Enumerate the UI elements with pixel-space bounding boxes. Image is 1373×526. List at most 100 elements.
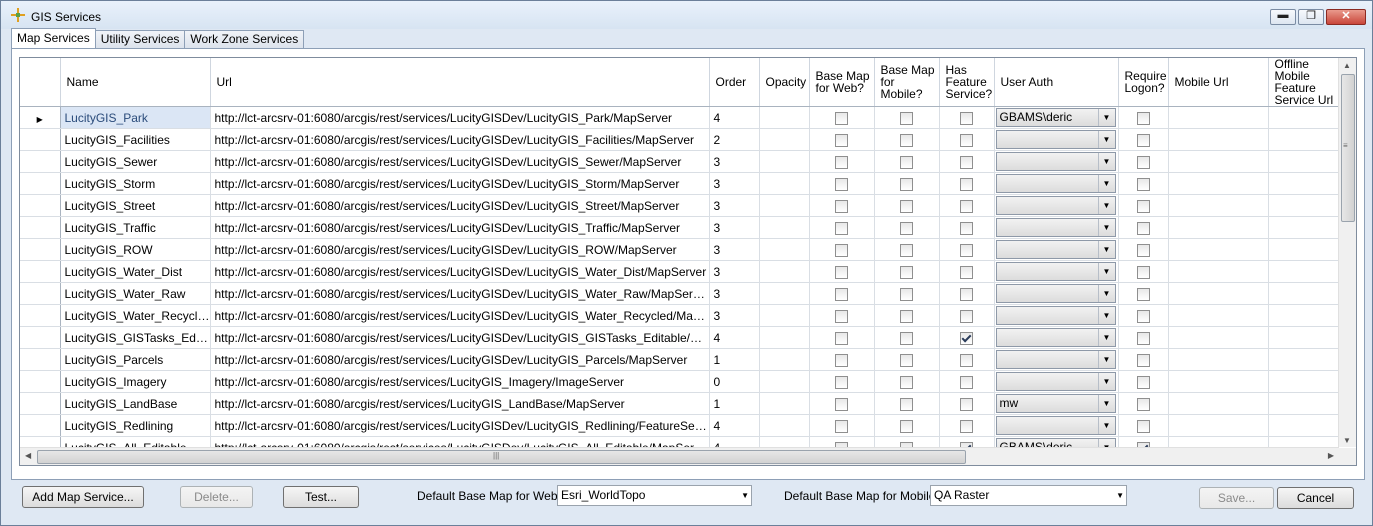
cell-url[interactable]: http://lct-arcsrv-01:6080/arcgis/rest/se…: [210, 348, 710, 371]
cell-offline-url[interactable]: [1268, 414, 1339, 437]
scroll-up-icon[interactable]: ▲: [1343, 61, 1351, 70]
base-web-checkbox[interactable]: [835, 199, 848, 213]
user-auth-combo[interactable]: ▼: [995, 416, 1116, 435]
cell-offline-url[interactable]: [1268, 326, 1339, 349]
table-row[interactable]: LucityGIS_ROW http://lct-arcsrv-01:6080/a…: [20, 238, 1339, 261]
cell-url[interactable]: http://lct-arcsrv-01:6080/arcgis/rest/se…: [210, 172, 710, 195]
cell-offline-url[interactable]: [1268, 216, 1339, 239]
cell-mobile-url[interactable]: [1168, 172, 1269, 195]
cell-name[interactable]: LucityGIS_Water_Raw: [60, 282, 211, 305]
row-header[interactable]: [20, 348, 61, 371]
tab-map-services[interactable]: Map Services: [11, 28, 96, 48]
cell-offline-url[interactable]: [1268, 370, 1339, 393]
table-row[interactable]: LucityGIS_Water_Recycled http://lct-arcsr…: [20, 304, 1339, 327]
row-header[interactable]: [20, 260, 61, 283]
user-auth-combo[interactable]: ▼: [995, 328, 1116, 347]
row-header[interactable]: [20, 194, 61, 217]
user-auth-combo[interactable]: ▼: [995, 196, 1116, 215]
cell-name[interactable]: LucityGIS_ROW: [60, 238, 211, 261]
table-row[interactable]: LucityGIS_Street http://lct-arcsrv-01:608…: [20, 194, 1339, 217]
column-header-has-feature[interactable]: Has Feature Service?: [939, 58, 995, 107]
row-header[interactable]: [20, 238, 61, 261]
vertical-scrollbar[interactable]: ▲ ≡ ▼: [1338, 58, 1356, 447]
delete-button[interactable]: Delete...: [180, 486, 253, 508]
cell-offline-url[interactable]: [1268, 392, 1339, 415]
cell-offline-url[interactable]: [1268, 194, 1339, 217]
default-base-map-web-select[interactable]: Esri_WorldTopo ▼: [557, 485, 752, 506]
cell-opacity[interactable]: [759, 172, 810, 195]
cell-name[interactable]: LucityGIS_Traffic: [60, 216, 211, 239]
row-header[interactable]: [20, 172, 61, 195]
require-logon-checkbox[interactable]: [1136, 199, 1150, 213]
cell-name[interactable]: LucityGIS_Sewer: [60, 150, 211, 173]
base-web-checkbox[interactable]: [835, 309, 848, 323]
cell-order[interactable]: 0: [709, 370, 760, 393]
cell-name[interactable]: LucityGIS_Water_Recycled: [60, 304, 211, 327]
scroll-right-icon[interactable]: ▶: [1328, 451, 1334, 460]
table-row[interactable]: LucityGIS_GISTasks_Edita... http://lct-ar…: [20, 326, 1339, 349]
base-web-checkbox[interactable]: [835, 331, 848, 345]
cell-offline-url[interactable]: [1268, 304, 1339, 327]
row-header[interactable]: [20, 326, 61, 349]
cell-offline-url[interactable]: [1268, 260, 1339, 283]
cell-opacity[interactable]: [759, 260, 810, 283]
has-feature-checkbox[interactable]: [960, 199, 973, 213]
cell-order[interactable]: 3: [709, 238, 760, 261]
cell-offline-url[interactable]: [1268, 282, 1339, 305]
cell-opacity[interactable]: [759, 348, 810, 371]
require-logon-checkbox[interactable]: [1136, 397, 1150, 411]
cell-mobile-url[interactable]: [1168, 128, 1269, 151]
column-header-order[interactable]: Order: [709, 58, 760, 107]
cell-opacity[interactable]: [759, 150, 810, 173]
table-row[interactable]: LucityGIS_Parcels http://lct-arcsrv-01:60…: [20, 348, 1339, 371]
user-auth-combo[interactable]: ▼: [995, 152, 1116, 171]
table-row[interactable]: ▶ LucityGIS_Park http://lct-arcsrv-01:6080…: [20, 106, 1339, 129]
cell-name[interactable]: LucityGIS_Redlining: [60, 414, 211, 437]
cell-mobile-url[interactable]: [1168, 216, 1269, 239]
cell-name[interactable]: LucityGIS_Water_Dist: [60, 260, 211, 283]
column-header-require-logon[interactable]: Require Logon?: [1118, 58, 1169, 107]
require-logon-checkbox[interactable]: [1136, 353, 1150, 367]
cell-offline-url[interactable]: [1268, 238, 1339, 261]
cell-name[interactable]: LucityGIS_Street: [60, 194, 211, 217]
cell-url[interactable]: http://lct-arcsrv-01:6080/arcgis/rest/se…: [210, 106, 710, 129]
cell-mobile-url[interactable]: [1168, 150, 1269, 173]
cell-url[interactable]: http://lct-arcsrv-01:6080/arcgis/rest/se…: [210, 260, 710, 283]
base-web-checkbox[interactable]: [835, 375, 848, 389]
base-mobile-checkbox[interactable]: [900, 221, 913, 235]
cell-opacity[interactable]: [759, 326, 810, 349]
column-header-mobile-url[interactable]: Mobile Url: [1168, 58, 1269, 107]
base-mobile-checkbox[interactable]: [900, 419, 913, 433]
has-feature-checkbox[interactable]: [960, 287, 973, 301]
cell-offline-url[interactable]: [1268, 128, 1339, 151]
base-mobile-checkbox[interactable]: [900, 375, 913, 389]
horizontal-scrollbar[interactable]: ◀ ||| ▶: [20, 447, 1339, 465]
has-feature-checkbox[interactable]: [960, 353, 973, 367]
require-logon-checkbox[interactable]: [1136, 155, 1150, 169]
table-row[interactable]: LucityGIS_Water_Dist http://lct-arcsrv-01…: [20, 260, 1339, 283]
row-header[interactable]: [20, 304, 61, 327]
cell-url[interactable]: http://lct-arcsrv-01:6080/arcgis/rest/se…: [210, 414, 710, 437]
has-feature-checkbox[interactable]: [960, 243, 973, 257]
cell-opacity[interactable]: [759, 128, 810, 151]
maximize-button[interactable]: ❐: [1298, 9, 1324, 25]
minimize-button[interactable]: ▬: [1270, 9, 1296, 25]
cell-order[interactable]: 3: [709, 282, 760, 305]
cell-order[interactable]: 4: [709, 326, 760, 349]
cell-mobile-url[interactable]: [1168, 348, 1269, 371]
base-web-checkbox[interactable]: [835, 221, 848, 235]
cell-order[interactable]: 3: [709, 216, 760, 239]
column-header-base-mobile[interactable]: Base Map for Mobile?: [874, 58, 940, 107]
row-header[interactable]: [20, 414, 61, 437]
cell-offline-url[interactable]: [1268, 348, 1339, 371]
base-mobile-checkbox[interactable]: [900, 309, 913, 323]
user-auth-combo[interactable]: ▼: [995, 130, 1116, 149]
has-feature-checkbox[interactable]: [960, 309, 973, 323]
column-header-name[interactable]: Name: [60, 58, 211, 107]
cell-name[interactable]: LucityGIS_Parcels: [60, 348, 211, 371]
row-header[interactable]: ▶: [20, 106, 61, 129]
has-feature-checkbox[interactable]: [960, 155, 973, 169]
base-mobile-checkbox[interactable]: [900, 133, 913, 147]
cell-name[interactable]: LucityGIS_Storm: [60, 172, 211, 195]
require-logon-checkbox[interactable]: [1136, 375, 1150, 389]
